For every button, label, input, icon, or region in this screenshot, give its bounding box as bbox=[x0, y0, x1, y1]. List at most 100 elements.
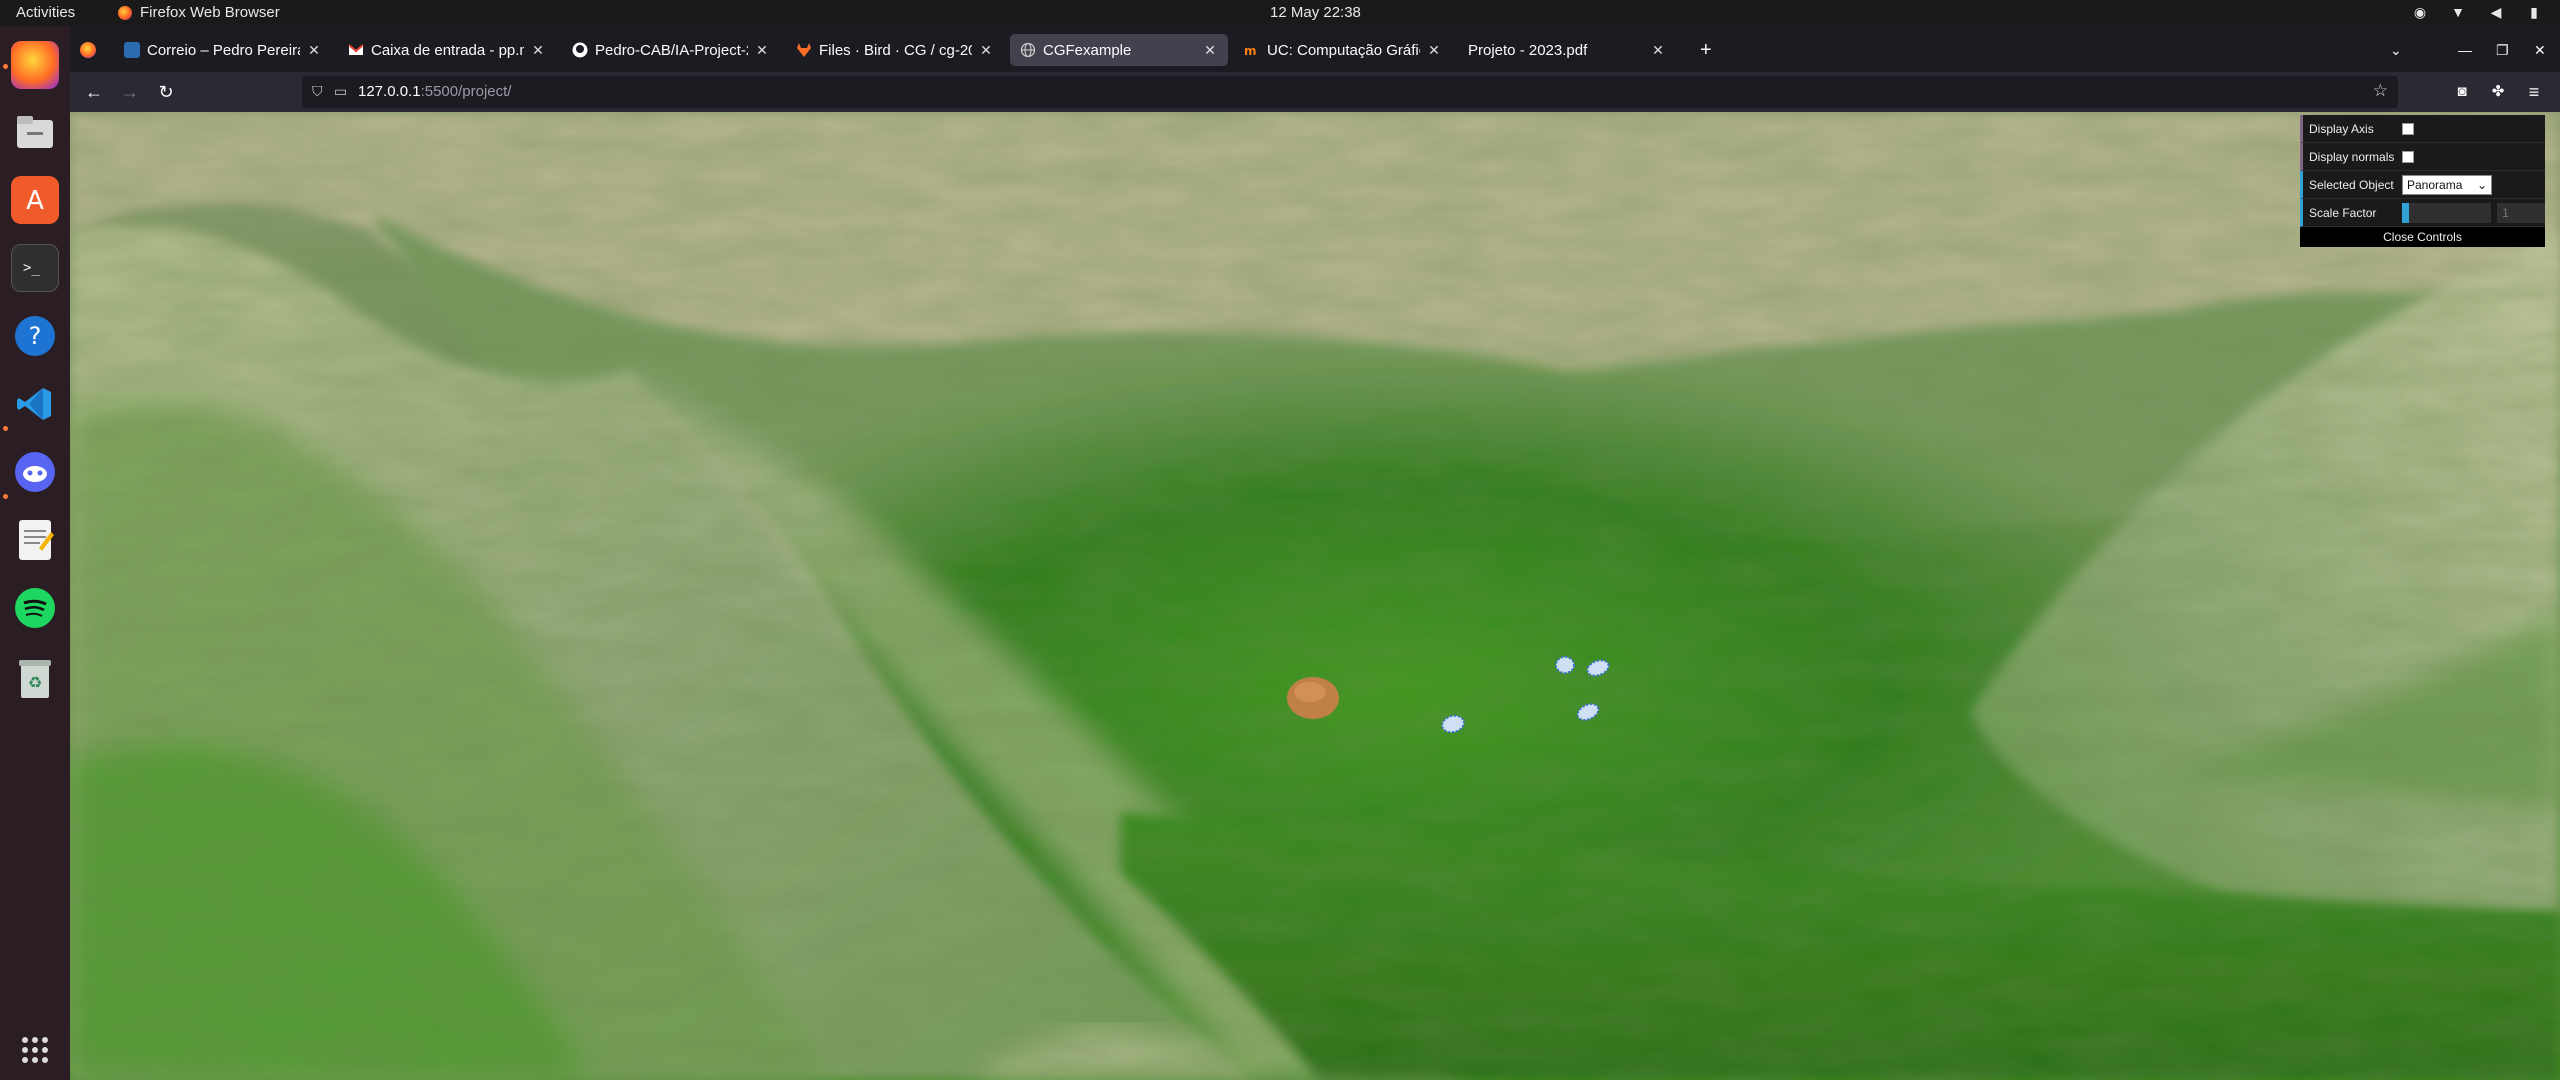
discord-tray-icon[interactable]: ◉ bbox=[2412, 4, 2428, 20]
bookmark-star-icon[interactable]: ☆ bbox=[2373, 81, 2388, 101]
chevron-down-icon: ⌄ bbox=[2390, 41, 2402, 58]
wifi-icon[interactable]: ▼ bbox=[2450, 4, 2466, 20]
tab-correio[interactable]: Correio – Pedro Pereira F ✕ bbox=[114, 34, 332, 66]
scale-factor-row[interactable]: Scale Factor 1 bbox=[2300, 199, 2545, 227]
moodle-icon: m bbox=[1244, 42, 1260, 58]
mail-icon bbox=[124, 42, 140, 58]
firefox-view-button[interactable] bbox=[76, 34, 100, 66]
tab-cgfexample[interactable]: CGFexample ✕ bbox=[1010, 34, 1228, 66]
app-menu[interactable]: Firefox Web Browser bbox=[118, 4, 280, 21]
display-normals-row[interactable]: Display normals bbox=[2300, 143, 2545, 171]
arrow-left-icon: ← bbox=[85, 82, 103, 102]
plus-icon: + bbox=[1700, 38, 1712, 61]
svg-text:?: ? bbox=[29, 322, 42, 350]
system-top-bar: Activities Firefox Web Browser 12 May 22… bbox=[0, 0, 2560, 26]
selected-object-row[interactable]: Selected Object Panorama ⌄ bbox=[2300, 171, 2545, 199]
clock[interactable]: 12 May 22:38 bbox=[1270, 4, 1361, 21]
tab-pdf[interactable]: Projeto - 2023.pdf ✕ bbox=[1458, 34, 1676, 66]
scale-factor-input[interactable]: 1 bbox=[2497, 202, 2545, 223]
page-icon[interactable]: ▭ bbox=[334, 83, 347, 100]
dock: A >_ ? ♻ bbox=[0, 26, 70, 1080]
display-axis-checkbox[interactable] bbox=[2402, 122, 2414, 135]
close-tab-icon[interactable]: ✕ bbox=[306, 42, 322, 59]
menu-button[interactable]: ≡ bbox=[2522, 80, 2546, 104]
url-host: 127.0.0.1 bbox=[358, 83, 421, 100]
extensions-button[interactable]: ✤ bbox=[2486, 80, 2510, 104]
running-indicator bbox=[3, 64, 8, 69]
spotify-icon[interactable] bbox=[11, 584, 59, 632]
text-editor-icon[interactable] bbox=[11, 516, 59, 564]
close-tab-icon[interactable]: ✕ bbox=[1650, 42, 1666, 59]
terminal-icon[interactable]: >_ bbox=[11, 244, 59, 292]
url-path: :5500/project/ bbox=[420, 83, 512, 100]
battery-icon[interactable]: ▮ bbox=[2526, 4, 2542, 20]
url-bar[interactable]: ⛉ ▭ 127.0.0.1:5500/project/ ☆ bbox=[302, 76, 2398, 108]
new-tab-button[interactable]: + bbox=[1690, 34, 1722, 66]
tab-gmail[interactable]: Caixa de entrada - pp.mp ✕ bbox=[338, 34, 556, 66]
selected-object-label: Selected Object bbox=[2309, 177, 2394, 192]
list-all-tabs-button[interactable]: ⌄ bbox=[2380, 34, 2412, 66]
close-tab-icon[interactable]: ✕ bbox=[1202, 42, 1218, 59]
minimize-button[interactable]: — bbox=[2448, 34, 2480, 66]
close-tab-icon[interactable]: ✕ bbox=[530, 42, 546, 59]
restore-button[interactable]: ❐ bbox=[2486, 34, 2518, 66]
tab-title: Files · Bird · CG / cg-2022 bbox=[819, 41, 972, 59]
svg-text:♻: ♻ bbox=[28, 673, 42, 692]
tab-title: UC: Computação Gráfica bbox=[1267, 41, 1420, 59]
scale-factor-label: Scale Factor bbox=[2309, 205, 2377, 220]
help-icon[interactable]: ? bbox=[11, 312, 59, 360]
discord-icon[interactable] bbox=[11, 448, 59, 496]
webgl-canvas[interactable] bbox=[70, 112, 2560, 1080]
system-tray[interactable]: ◉ ▼ ◀ ▮ bbox=[2412, 4, 2542, 20]
back-button[interactable]: ← bbox=[82, 80, 106, 104]
github-icon bbox=[572, 42, 588, 58]
display-axis-row[interactable]: Display Axis bbox=[2300, 115, 2545, 143]
close-tab-icon[interactable]: ✕ bbox=[1426, 42, 1442, 59]
tab-github[interactable]: Pedro-CAB/IA-Project-2 a ✕ bbox=[562, 34, 780, 66]
running-indicator bbox=[3, 494, 8, 499]
gmail-icon bbox=[348, 42, 364, 58]
files-icon[interactable] bbox=[11, 108, 59, 156]
globe-icon bbox=[1020, 42, 1036, 58]
close-tab-icon[interactable]: ✕ bbox=[754, 42, 770, 59]
chevron-down-icon: ⌄ bbox=[2476, 177, 2487, 192]
tab-title: Pedro-CAB/IA-Project-2 a bbox=[595, 41, 748, 59]
pocket-button[interactable]: ◙ bbox=[2450, 80, 2474, 104]
display-normals-checkbox[interactable] bbox=[2402, 150, 2414, 163]
display-normals-label: Display normals bbox=[2309, 149, 2395, 164]
svg-text:A: A bbox=[26, 186, 44, 216]
tab-title: CGFexample bbox=[1043, 41, 1132, 59]
terrain-scene[interactable] bbox=[70, 112, 2560, 1080]
running-indicator bbox=[3, 426, 8, 431]
nest-object bbox=[1287, 677, 1339, 719]
software-center-icon[interactable]: A bbox=[11, 176, 59, 224]
close-window-button[interactable]: ✕ bbox=[2524, 34, 2556, 66]
controls-panel: Display Axis Display normals Selected Ob… bbox=[2300, 115, 2545, 247]
show-apps-icon[interactable] bbox=[11, 1026, 59, 1074]
firefox-icon[interactable] bbox=[11, 41, 59, 89]
activities-button[interactable]: Activities bbox=[16, 4, 75, 21]
url-text[interactable]: 127.0.0.1:5500/project/ bbox=[358, 83, 511, 100]
egg-object bbox=[1555, 656, 1575, 674]
shield-icon[interactable]: ⛉ bbox=[312, 83, 323, 100]
tab-moodle[interactable]: m UC: Computação Gráfica ✕ bbox=[1234, 34, 1452, 66]
selected-object-value: Panorama bbox=[2407, 177, 2463, 192]
firefox-view-icon bbox=[80, 42, 96, 58]
close-controls-button[interactable]: Close Controls bbox=[2300, 227, 2545, 247]
app-name: Firefox Web Browser bbox=[140, 4, 280, 21]
svg-text:>_: >_ bbox=[23, 260, 40, 276]
tab-title: Projeto - 2023.pdf bbox=[1468, 41, 1588, 59]
trash-icon[interactable]: ♻ bbox=[11, 654, 59, 702]
volume-icon[interactable]: ◀ bbox=[2488, 4, 2504, 20]
forward-button[interactable]: → bbox=[118, 80, 142, 104]
tab-title: Caixa de entrada - pp.mp bbox=[371, 41, 524, 59]
display-axis-label: Display Axis bbox=[2309, 121, 2374, 136]
tab-strip: Correio – Pedro Pereira F ✕ Caixa de ent… bbox=[70, 26, 2560, 72]
reload-button[interactable]: ↻ bbox=[154, 80, 178, 104]
vscode-icon[interactable] bbox=[11, 380, 59, 428]
selected-object-select[interactable]: Panorama ⌄ bbox=[2402, 174, 2492, 195]
scale-factor-slider[interactable] bbox=[2401, 202, 2492, 223]
close-tab-icon[interactable]: ✕ bbox=[978, 42, 994, 59]
tab-gitlab[interactable]: Files · Bird · CG / cg-2022 ✕ bbox=[786, 34, 1004, 66]
gitlab-icon bbox=[796, 42, 812, 58]
